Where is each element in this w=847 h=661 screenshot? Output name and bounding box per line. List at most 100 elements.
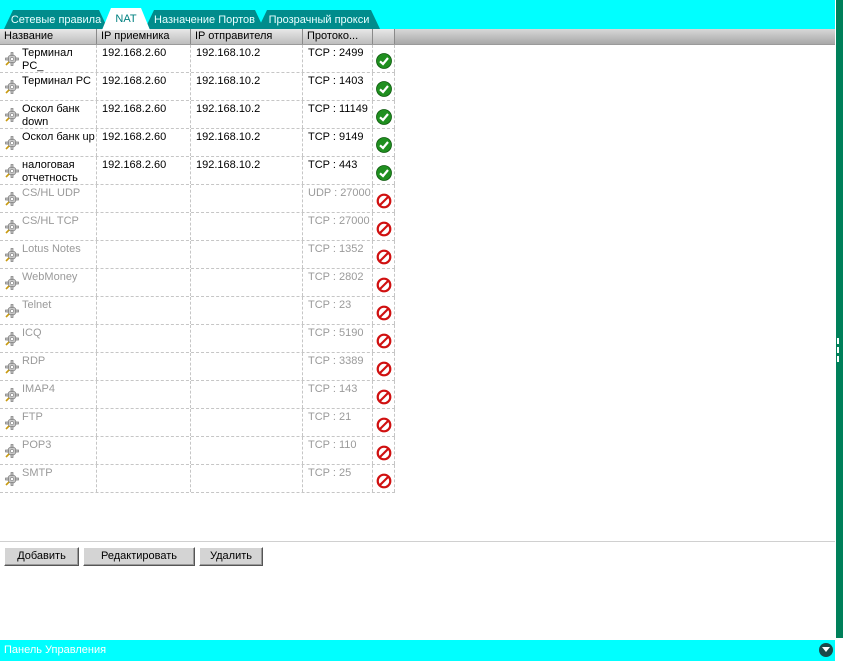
cell-state [373, 409, 395, 436]
check-circle-icon[interactable] [376, 137, 392, 153]
cell-name: налоговая отчетность [0, 157, 97, 184]
tab-strip: Сетевые правила NAT Назначение Портов Пр… [0, 0, 835, 29]
no-entry-icon[interactable] [376, 221, 392, 237]
cell-protocol: TCP : 9149 [303, 129, 373, 156]
add-button[interactable]: Добавить [4, 547, 79, 566]
cell-src-ip: 192.168.10.2 [191, 129, 303, 156]
table-row[interactable]: Терминал PC 192.168.2.60 192.168.10.2 TCP :… [0, 73, 395, 101]
rule-name: налоговая отчетность [22, 159, 78, 184]
cell-src-ip [191, 353, 303, 380]
column-header-src-ip[interactable]: IP отправителя [191, 29, 303, 44]
table-body: Терминал PC_ 192.168.2.60 192.168.10.2 TCP … [0, 45, 835, 493]
gear-icon [5, 108, 19, 122]
chevron-down-icon[interactable] [819, 643, 833, 657]
gear-icon [5, 304, 19, 318]
cell-src-ip [191, 241, 303, 268]
gear-icon [5, 472, 19, 486]
cell-dst-ip [97, 381, 191, 408]
table-row[interactable]: WebMoney TCP : 2802 [0, 269, 395, 297]
table-row[interactable]: CS/HL TCP TCP : 27000 [0, 213, 395, 241]
tab-transparent-proxy[interactable]: Прозрачный прокси [258, 10, 380, 29]
cell-protocol: TCP : 2499 [303, 45, 373, 72]
tab-network-rules[interactable]: Сетевые правила [4, 10, 108, 29]
column-header-protocol[interactable]: Протоко... [303, 29, 373, 44]
table-row[interactable]: ICQ TCP : 5190 [0, 325, 395, 353]
table-row[interactable]: Терминал PC_ 192.168.2.60 192.168.10.2 TCP … [0, 45, 395, 73]
gear-icon [5, 332, 19, 346]
cell-src-ip [191, 297, 303, 324]
column-header-state[interactable] [373, 29, 395, 44]
cell-src-ip [191, 325, 303, 352]
no-entry-icon[interactable] [376, 473, 392, 489]
cell-state [373, 213, 395, 240]
cell-name: CS/HL TCP [0, 213, 97, 240]
cell-protocol: TCP : 2802 [303, 269, 373, 296]
cell-protocol: TCP : 27000 [303, 213, 373, 240]
cell-src-ip: 192.168.10.2 [191, 45, 303, 72]
table-row[interactable]: POP3 TCP : 110 [0, 437, 395, 465]
rule-name: CS/HL UDP [22, 187, 81, 199]
no-entry-icon[interactable] [376, 445, 392, 461]
splitter-handle[interactable] [835, 338, 841, 368]
table-row[interactable]: Telnet TCP : 23 [0, 297, 395, 325]
no-entry-icon[interactable] [376, 333, 392, 349]
cell-name: FTP [0, 409, 97, 436]
tab-nat[interactable]: NAT [102, 8, 150, 30]
delete-button[interactable]: Удалить [199, 547, 263, 566]
table-row[interactable]: SMTP TCP : 25 [0, 465, 395, 493]
no-entry-icon[interactable] [376, 249, 392, 265]
cell-protocol: TCP : 21 [303, 409, 373, 436]
table-row[interactable]: RDP TCP : 3389 [0, 353, 395, 381]
cell-protocol: TCP : 25 [303, 465, 373, 492]
cell-dst-ip [97, 269, 191, 296]
gear-icon [5, 388, 19, 402]
table-row[interactable]: IMAP4 TCP : 143 [0, 381, 395, 409]
column-header-name[interactable]: Название [0, 29, 97, 44]
no-entry-icon[interactable] [376, 389, 392, 405]
check-circle-icon[interactable] [376, 53, 392, 69]
rule-name: Терминал PC [22, 75, 91, 87]
rule-name: SMTP [22, 467, 53, 479]
column-header-dst-ip[interactable]: IP приемника [97, 29, 191, 44]
no-entry-icon[interactable] [376, 417, 392, 433]
table-header: Название IP приемника IP отправителя Про… [0, 29, 835, 45]
cell-dst-ip [97, 241, 191, 268]
tab-port-forwarding[interactable]: Назначение Портов [145, 10, 264, 29]
table-row[interactable]: FTP TCP : 21 [0, 409, 395, 437]
cell-dst-ip [97, 185, 191, 212]
cell-src-ip [191, 381, 303, 408]
no-entry-icon[interactable] [376, 193, 392, 209]
table-row[interactable]: Оскол банк down 192.168.2.60 192.168.10.2 T… [0, 101, 395, 129]
cell-src-ip [191, 213, 303, 240]
control-panel-bar: Панель Управления [0, 640, 835, 661]
rule-name: RDP [22, 355, 46, 367]
cell-name: SMTP [0, 465, 97, 492]
check-circle-icon[interactable] [376, 109, 392, 125]
cell-src-ip [191, 185, 303, 212]
cell-dst-ip [97, 409, 191, 436]
cell-protocol: TCP : 23 [303, 297, 373, 324]
cell-state [373, 353, 395, 380]
header-filler [395, 29, 835, 44]
cell-name: ICQ [0, 325, 97, 352]
cell-name: Оскол банк up [0, 129, 97, 156]
table-row[interactable]: CS/HL UDP UDP : 27000 [0, 185, 395, 213]
gear-icon [5, 416, 19, 430]
cell-state [373, 381, 395, 408]
no-entry-icon[interactable] [376, 305, 392, 321]
edit-button[interactable]: Редактировать [83, 547, 195, 566]
no-entry-icon[interactable] [376, 277, 392, 293]
cell-protocol: TCP : 5190 [303, 325, 373, 352]
table-row[interactable]: Оскол банк up 192.168.2.60 192.168.10.2 TCP… [0, 129, 395, 157]
check-circle-icon[interactable] [376, 81, 392, 97]
cell-name: Терминал PC [0, 73, 97, 100]
gear-icon [5, 444, 19, 458]
no-entry-icon[interactable] [376, 361, 392, 377]
cell-dst-ip [97, 325, 191, 352]
rule-name: Оскол банк down [22, 103, 80, 128]
cell-state [373, 45, 395, 72]
table-row[interactable]: Lotus Notes TCP : 1352 [0, 241, 395, 269]
gear-icon [5, 52, 19, 66]
table-row[interactable]: налоговая отчетность 192.168.2.60 192.168.… [0, 157, 395, 185]
check-circle-icon[interactable] [376, 165, 392, 181]
